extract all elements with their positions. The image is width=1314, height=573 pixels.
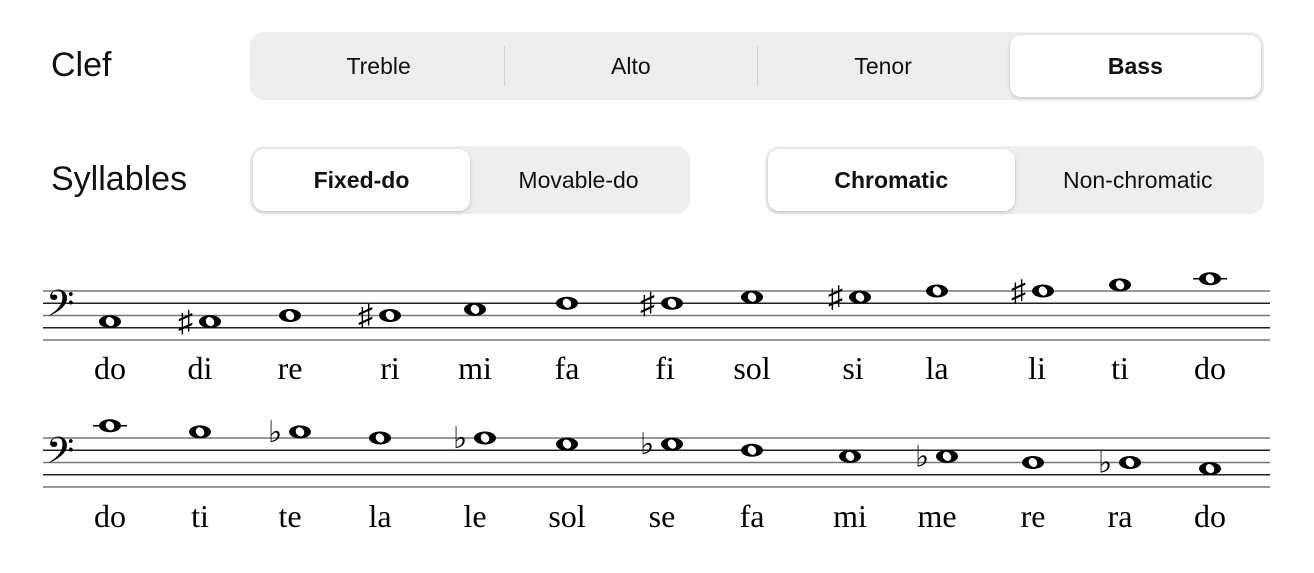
flat-icon: ♭ xyxy=(915,440,929,473)
syllable-label: li xyxy=(1028,350,1046,386)
syllable-label: ra xyxy=(1108,498,1133,534)
syllable-label: me xyxy=(917,498,956,534)
option-non-chromatic[interactable]: Non-chromatic xyxy=(1015,149,1262,211)
syllable-label: si xyxy=(842,350,863,386)
syllable-label: do xyxy=(1194,498,1226,534)
note-ra xyxy=(1119,456,1141,469)
option-chromatic[interactable]: Chromatic xyxy=(768,149,1015,211)
note-la xyxy=(926,284,948,298)
note-sol xyxy=(556,437,578,451)
option-movable-do[interactable]: Movable-do xyxy=(470,149,687,211)
flat-icon: ♭ xyxy=(453,422,467,455)
syllable-label: le xyxy=(463,498,486,534)
bass-clef-icon: 𝄢 xyxy=(46,284,74,333)
note-me xyxy=(936,449,958,463)
clef-label: Clef xyxy=(51,46,112,84)
sharp-icon: ♯ xyxy=(640,287,655,320)
note-re xyxy=(1022,456,1044,469)
note-do xyxy=(99,315,121,329)
note-li xyxy=(1032,284,1054,298)
sharp-icon: ♯ xyxy=(828,281,843,314)
flat-icon: ♭ xyxy=(268,416,282,449)
syllable-label: sol xyxy=(548,498,585,534)
note-fa xyxy=(741,443,763,457)
syllable-label: do xyxy=(94,350,126,386)
syllable-label: mi xyxy=(833,498,867,534)
syllables-label: Syllables xyxy=(51,160,188,198)
note-mi xyxy=(464,302,486,316)
bass-clef-icon: 𝄢 xyxy=(46,431,74,480)
syllable-label: se xyxy=(649,498,676,534)
syllable-mode-control: Chromatic Non-chromatic xyxy=(765,146,1264,214)
flat-icon: ♭ xyxy=(640,428,654,461)
syllable-label: fi xyxy=(655,350,675,386)
note-ti xyxy=(189,425,211,439)
note-re xyxy=(279,309,301,322)
syllable-label: la xyxy=(368,498,391,534)
option-fixed-do[interactable]: Fixed-do xyxy=(253,149,470,211)
clef-option-bass[interactable]: Bass xyxy=(1009,35,1261,97)
sharp-icon: ♯ xyxy=(178,306,193,339)
syllable-label: ti xyxy=(1111,350,1129,386)
syllable-label: re xyxy=(1021,498,1046,534)
flat-icon: ♭ xyxy=(1098,447,1112,480)
sharp-icon: ♯ xyxy=(1011,275,1026,308)
syllable-label: la xyxy=(925,350,948,386)
note-ti xyxy=(1109,278,1131,292)
note-si xyxy=(849,290,871,304)
note-fi xyxy=(661,296,683,310)
clef-option-treble[interactable]: Treble xyxy=(253,35,504,97)
note-sol xyxy=(741,290,763,304)
note-te xyxy=(289,425,311,439)
note-ri xyxy=(379,309,401,322)
syllable-label: mi xyxy=(458,350,492,386)
sharp-icon: ♯ xyxy=(358,300,373,333)
clef-option-tenor[interactable]: Tenor xyxy=(758,35,1009,97)
syllable-label: te xyxy=(278,498,301,534)
syllable-label: di xyxy=(188,350,213,386)
clef-segmented-control: Treble Alto Tenor Bass xyxy=(250,32,1264,100)
syllable-label: ri xyxy=(380,350,400,386)
note-fa xyxy=(556,296,578,310)
syllable-label: re xyxy=(278,350,303,386)
note-di xyxy=(199,315,221,329)
clef-option-alto[interactable]: Alto xyxy=(505,35,756,97)
note-mi xyxy=(839,449,861,463)
note-do xyxy=(1199,272,1221,286)
syllable-label: fa xyxy=(555,350,580,386)
note-do xyxy=(99,419,121,433)
syllable-label: sol xyxy=(733,350,770,386)
note-le xyxy=(474,431,496,445)
syllable-label: do xyxy=(94,498,126,534)
note-do xyxy=(1199,462,1221,476)
syllable-label: fa xyxy=(740,498,765,534)
syllable-label: ti xyxy=(191,498,209,534)
note-se xyxy=(661,437,683,451)
note-la xyxy=(369,431,391,445)
syllable-label: do xyxy=(1194,350,1226,386)
syllable-system-control: Fixed-do Movable-do xyxy=(250,146,690,214)
